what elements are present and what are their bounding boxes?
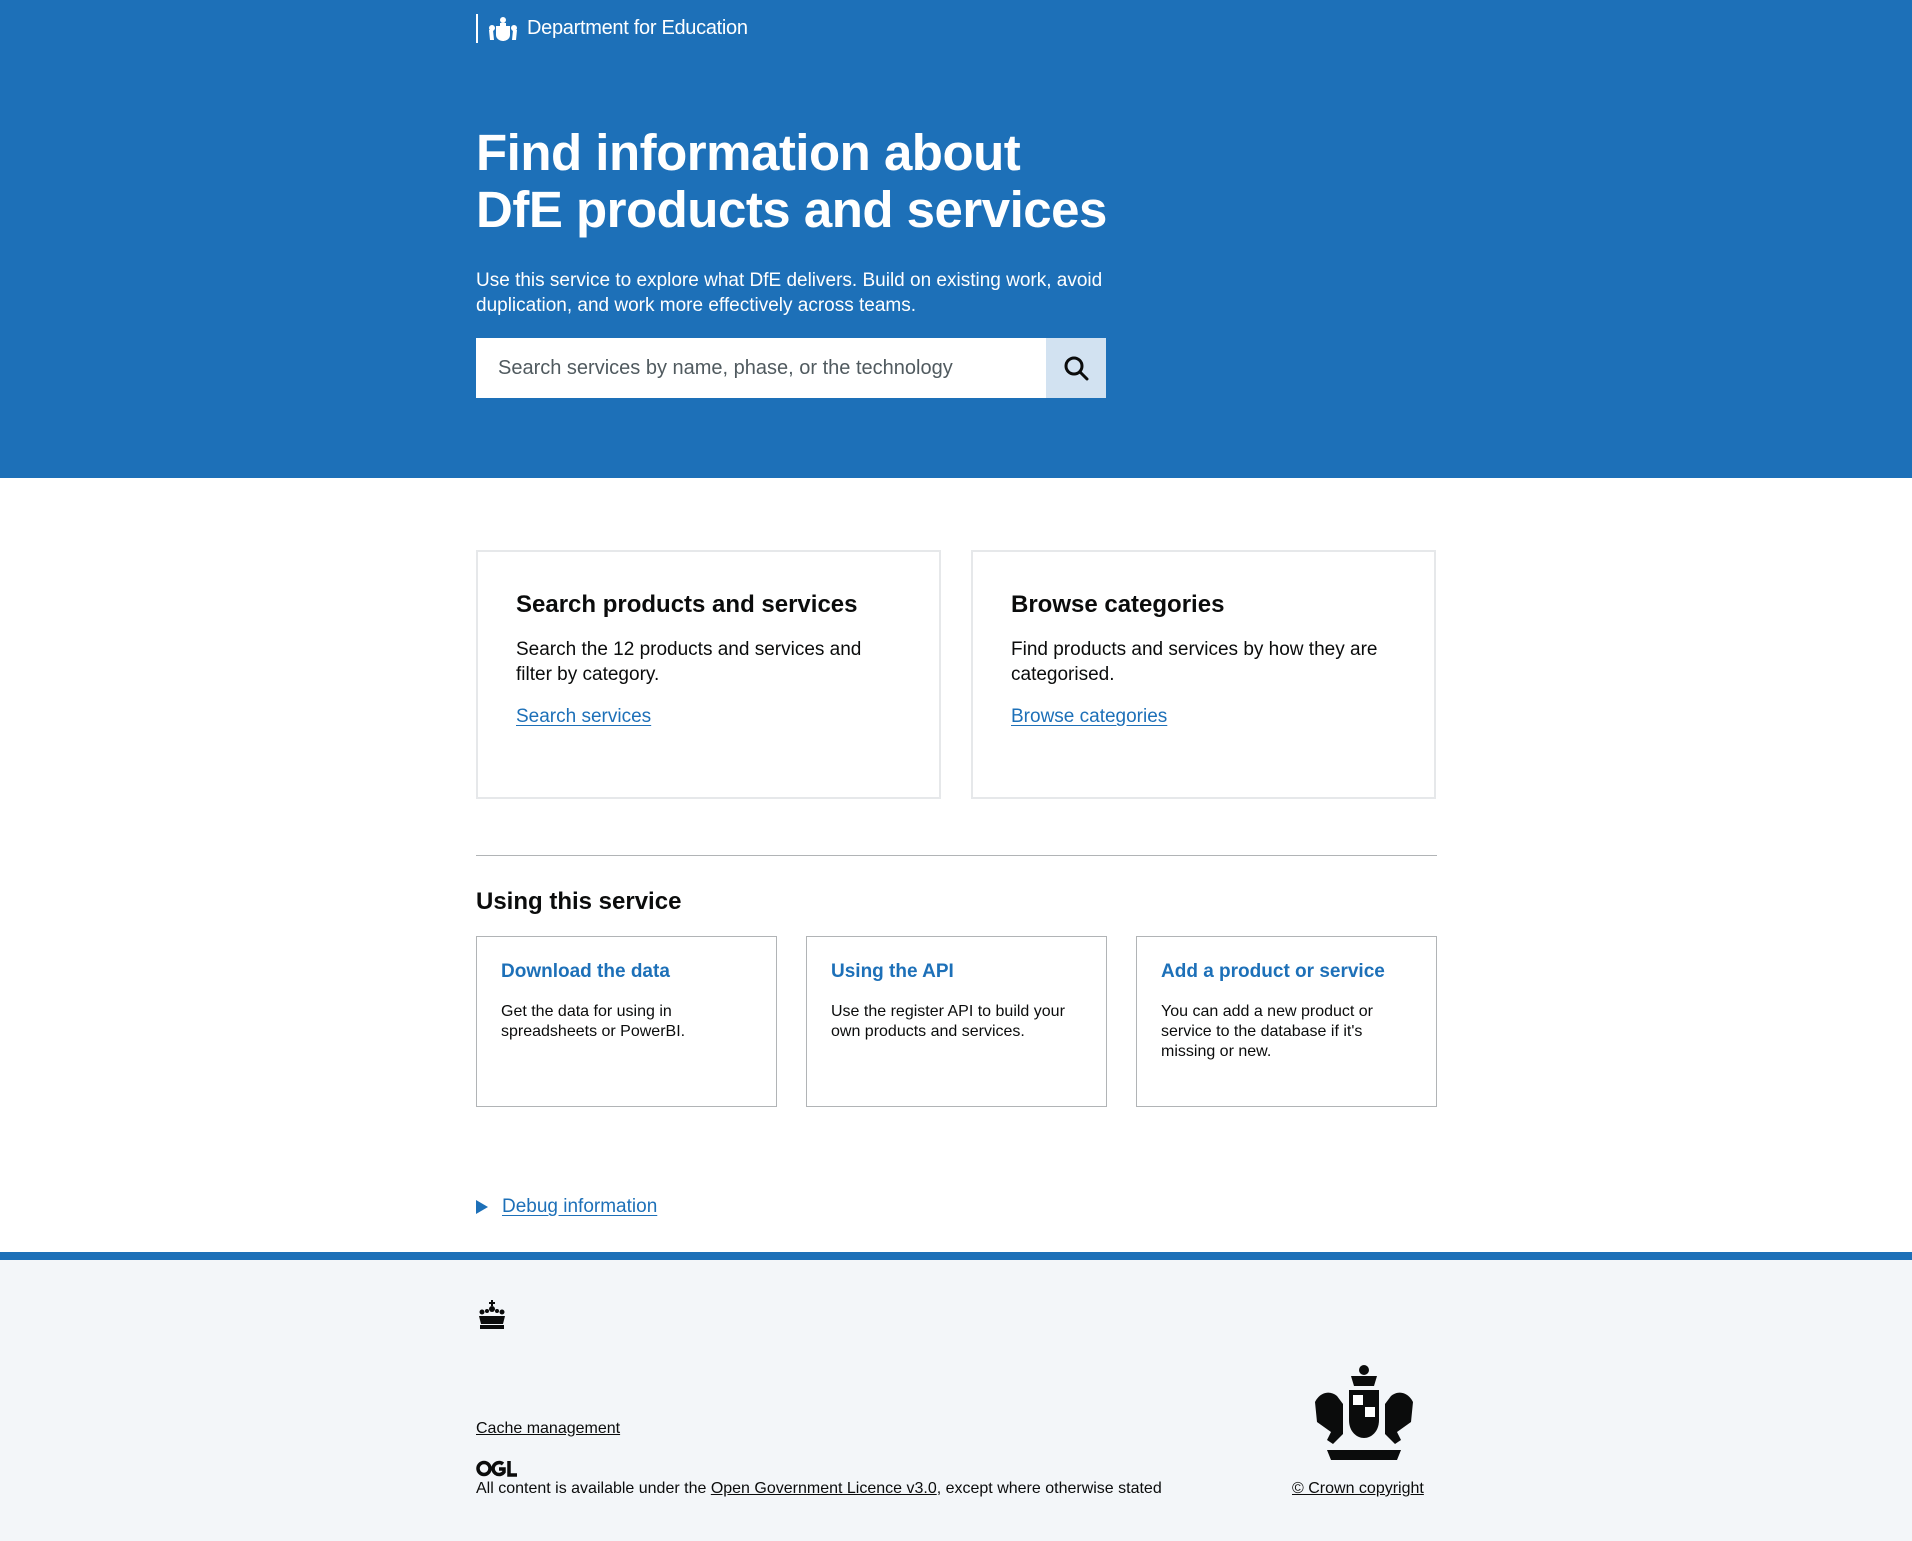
department-name: Department for Education [527,17,748,39]
tile-description: Get the data for using in spreadsheets o… [501,1003,686,1040]
main-content: Search products and services Search the … [0,478,1912,1252]
search-services-card: Search products and services Search the … [476,550,941,799]
section-divider [476,855,1437,856]
licence-text: All content is available under the Open … [476,1480,1162,1498]
search-icon [1064,356,1089,381]
search-services-link[interactable]: Search services [516,706,651,727]
using-api-link[interactable]: Using the API [831,961,1082,983]
debug-details-toggle[interactable]: Debug information [476,1196,657,1218]
card-description: Search the 12 products and services and … [516,639,862,685]
crown-copyright-link[interactable]: © Crown copyright [1292,1480,1424,1498]
using-api-tile[interactable]: Using the API Use the register API to bu… [806,936,1107,1107]
page-title: Find information about DfE products and … [476,124,1107,238]
royal-coat-of-arms-icon [1315,1365,1413,1460]
open-government-licence-link[interactable]: Open Government Licence v3.0 [711,1480,937,1497]
department-logo-link[interactable]: Department for Education [476,14,748,43]
ogl-logo-icon [476,1460,517,1477]
licence-prefix: All content is available under the [476,1480,711,1497]
card-title: Search products and services [516,591,858,618]
expand-triangle-icon [476,1200,488,1214]
download-data-tile[interactable]: Download the data Get the data for using… [476,936,777,1107]
cache-management-link[interactable]: Cache management [476,1420,620,1438]
search-form [476,338,1106,398]
browse-categories-link[interactable]: Browse categories [1011,706,1167,727]
tile-description: Use the register API to build your own p… [831,1003,1065,1040]
browse-categories-card: Browse categories Find products and serv… [971,550,1436,799]
crown-icon [479,1300,505,1329]
add-product-link[interactable]: Add a product or service [1161,961,1412,983]
download-data-link[interactable]: Download the data [501,961,752,983]
search-button[interactable] [1046,338,1106,398]
card-title: Browse categories [1011,591,1225,618]
tile-description: You can add a new product or service to … [1161,1003,1374,1060]
card-description: Find products and services by how they a… [1011,639,1378,685]
hero-banner: Department for Education Find informatio… [0,0,1912,478]
debug-information-link[interactable]: Debug information [502,1196,657,1218]
hero-lead-text: Use this service to explore what DfE del… [476,270,1103,316]
licence-suffix: , except where otherwise stated [936,1480,1162,1497]
add-product-tile[interactable]: Add a product or service You can add a n… [1136,936,1437,1107]
footer: Cache management All content is availabl… [0,1252,1912,1541]
using-service-title: Using this service [476,888,682,915]
royal-crest-icon [489,17,517,41]
search-input[interactable] [476,338,1046,398]
